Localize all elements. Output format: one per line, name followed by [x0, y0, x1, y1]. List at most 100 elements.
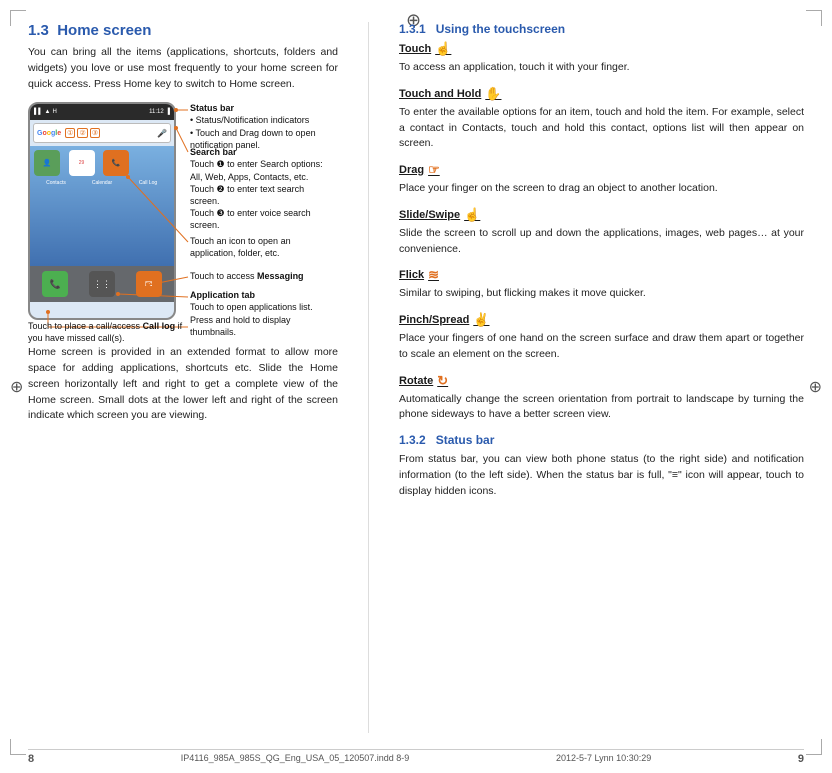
phone-status-icons-left: ▌▌ ▲ H	[34, 109, 57, 115]
signal-icon: ▌▌	[34, 109, 43, 115]
home-desc: Home screen is provided in an extended f…	[28, 345, 338, 424]
touch-icon-2: ☞	[428, 162, 440, 178]
dock-message-icon: ✉	[136, 271, 162, 297]
touch-label-text-3: Slide/Swipe	[399, 209, 460, 221]
sub-section-title: Using the touchscreen	[436, 22, 565, 36]
section-title: Home screen	[57, 22, 151, 39]
touch-label-0: Touch ☝	[399, 41, 451, 57]
section-1-3-2-heading: 1.3.2 Status bar	[399, 433, 804, 447]
search-bar: Google ① ② ③ 🎤	[33, 123, 171, 143]
page-number-left: 8	[28, 753, 34, 765]
touch-label-5: Pinch/Spread ✌	[399, 312, 489, 328]
phone-mockup: ▌▌ ▲ H 11:12 ▐ Google	[28, 102, 176, 320]
touch-label-2: Drag ☞	[399, 162, 440, 178]
touch-desc-0: To access an application, touch it with …	[399, 60, 804, 76]
touch-icon-5: ✌	[473, 312, 489, 328]
search-icon-2: ②	[77, 128, 87, 138]
intro-text: You can bring all the items (application…	[28, 45, 338, 92]
app-icon-empty	[138, 150, 164, 176]
touch-label-text-4: Flick	[399, 269, 424, 281]
touch-label-text-2: Drag	[399, 164, 424, 176]
phone-status-bar: ▌▌ ▲ H 11:12 ▐	[30, 104, 174, 120]
callout-app-tab-item1: Touch to open applications list.	[190, 302, 313, 312]
touch-icon-0: ☝	[435, 41, 451, 57]
touch-desc-2: Place your finger on the screen to drag …	[399, 181, 804, 197]
callout-search-bar-item2: Touch ❷ to enter text search screen.	[190, 184, 304, 206]
touch-label-3: Slide/Swipe ☝	[399, 207, 480, 223]
phone-dock: 📞 ⋮⋮ ✉	[30, 266, 174, 302]
callout-search-bar-item3: Touch ❸ to enter voice search screen.	[190, 208, 311, 230]
touch-items-list: Touch ☝ To access an application, touch it…	[399, 41, 804, 423]
touch-item-flick: Flick ≋ Similar to swiping, but flicking m…	[399, 267, 804, 302]
touch-item-drag: Drag ☞ Place your finger on the screen to …	[399, 162, 804, 197]
touch-desc-3: Slide the screen to scroll up and down t…	[399, 226, 804, 258]
touch-label-6: Rotate ↻	[399, 373, 448, 389]
callout-app-tab-title: Application tab	[190, 290, 255, 300]
corner-mark-br	[806, 739, 822, 755]
section-number: 1.3	[28, 22, 49, 39]
touch-label-text-5: Pinch/Spread	[399, 314, 469, 326]
time-display: 11:12	[149, 109, 164, 115]
dock-phone-icon: 📞	[42, 271, 68, 297]
calllog-label: Call Log	[126, 180, 170, 186]
touch-icon-3: ☝	[464, 207, 480, 223]
callout-app-tab-item2: Press and hold to display thumbnails.	[190, 315, 291, 337]
column-divider	[368, 22, 369, 733]
touch-item-touch: Touch ☝ To access an application, touch it…	[399, 41, 804, 76]
touch-icon-4: ≋	[428, 267, 439, 283]
phone-status-icons-right: 11:12 ▐	[149, 109, 170, 115]
crosshair-right	[809, 377, 822, 397]
touch-icon-1: ✋	[485, 86, 501, 102]
corner-mark-bl	[10, 739, 26, 755]
touch-desc-6: Automatically change the screen orientat…	[399, 392, 804, 424]
corner-mark-tr	[806, 10, 822, 26]
contacts-label: Contacts	[34, 180, 78, 186]
section-1-3-heading: 1.3 Home screen	[28, 22, 338, 39]
touch-desc-1: To enter the available options for an it…	[399, 105, 804, 152]
wifi-icon: ▲	[45, 109, 51, 115]
callout-status-bar-title: Status bar	[190, 103, 234, 113]
touch-desc-4: Similar to swiping, but flicking makes i…	[399, 286, 804, 302]
callout-app-tab: Application tab Touch to open applicatio…	[190, 289, 335, 338]
touch-item-rotate: Rotate ↻ Automatically change the screen o…	[399, 373, 804, 424]
footer-right-text: 2012-5-7 Lynn 10:30:29	[556, 753, 651, 765]
touch-item-slide-swipe: Slide/Swipe ☝ Slide the screen to scroll u…	[399, 207, 804, 258]
touch-label-4: Flick ≋	[399, 267, 439, 283]
right-column: 1.3.1 Using the touchscreen Touch ☝ To acc…	[399, 22, 804, 733]
status-bar-section: 1.3.2 Status bar From status bar, you ca…	[399, 433, 804, 499]
status-bar-section-title: Status bar	[436, 433, 495, 447]
touch-label-text-0: Touch	[399, 43, 431, 55]
callout-status-bar-item1: • Status/Notification indicators	[190, 115, 309, 125]
footer: 8 IP4116_985A_985S_QG_Eng_USA_05_120507.…	[28, 749, 804, 765]
touch-desc-5: Place your fingers of one hand on the sc…	[399, 331, 804, 363]
callout-search-bar-item1: Touch ❶ to enter Search options: All, We…	[190, 159, 323, 181]
callout-app-icon-text: Touch an icon to open an application, fo…	[190, 236, 291, 258]
touch-label-text-1: Touch and Hold	[399, 88, 481, 100]
search-icon-1: ①	[65, 128, 75, 138]
battery-icon: ▐	[166, 109, 170, 115]
search-icon-3: ③	[90, 128, 100, 138]
left-column: 1.3 Home screen You can bring all the it…	[28, 22, 338, 733]
mic-icon: 🎤	[157, 129, 167, 138]
page-container: 1.3 Home screen You can bring all the it…	[0, 0, 832, 773]
touch-icon-6: ↻	[437, 373, 448, 389]
status-bar-section-number: 1.3.2	[399, 433, 426, 447]
crosshair-left	[10, 377, 23, 397]
touch-label-text-6: Rotate	[399, 375, 433, 387]
section-1-3-1-heading: 1.3.1 Using the touchscreen	[399, 22, 804, 36]
callout-app-icon: Touch an icon to open an application, fo…	[190, 235, 335, 259]
touch-label-1: Touch and Hold ✋	[399, 86, 501, 102]
calendar-label: Calendar	[80, 180, 124, 186]
app-labels: Contacts Calendar Call Log	[30, 180, 174, 188]
phone-wallpaper: 👤 29 📞 Contacts Calendar Call Log	[30, 146, 174, 266]
callout-search-bar-title: Search bar	[190, 147, 237, 157]
callout-search-bar: Search bar Touch ❶ to enter Search optio…	[190, 146, 335, 231]
page-number-right: 9	[798, 753, 804, 765]
callout-status-bar: Status bar • Status/Notification indicat…	[190, 102, 335, 151]
callout-messaging-text: Touch to access Messaging	[190, 271, 304, 281]
touch-item-touch-and-hold: Touch and Hold ✋ To enter the available op…	[399, 86, 804, 152]
corner-mark-tl	[10, 10, 26, 26]
app-icon-calendar: 29	[69, 150, 95, 176]
google-logo: Google	[37, 130, 61, 137]
app-icon-calllog: 📞	[103, 150, 129, 176]
